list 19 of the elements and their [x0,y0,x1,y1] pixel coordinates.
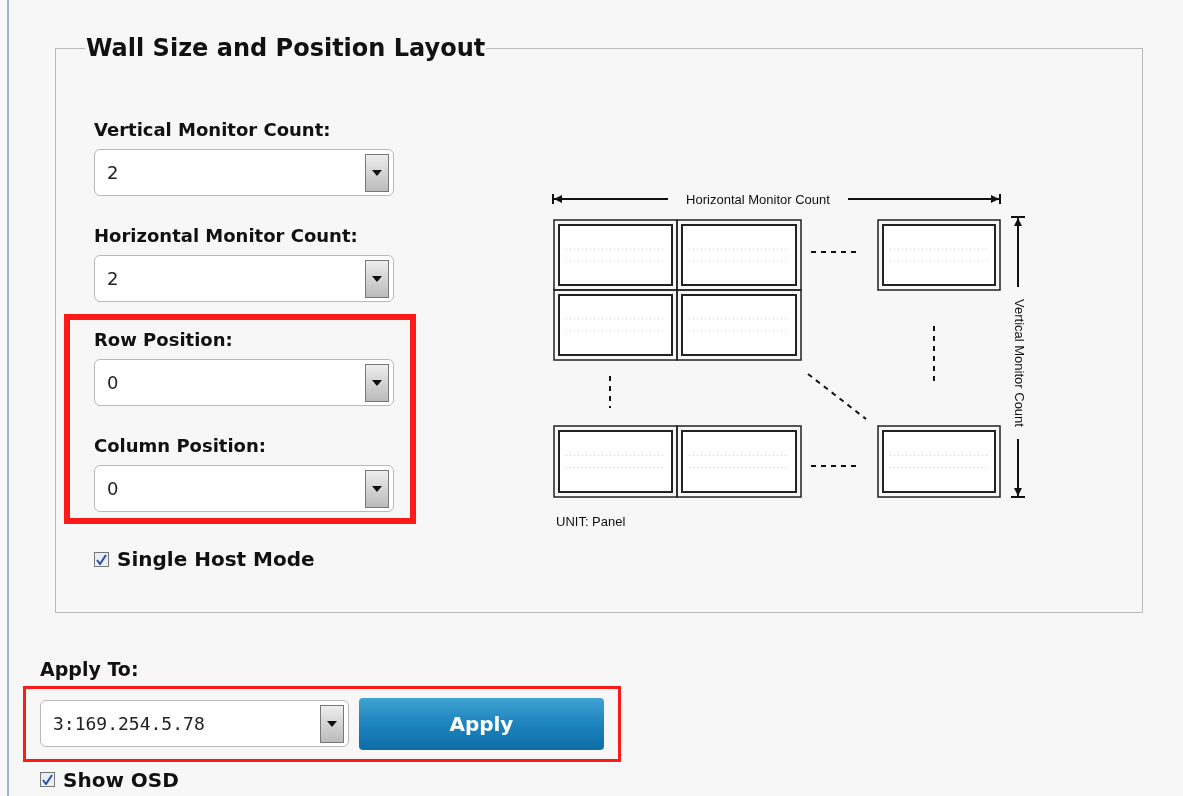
panel-title: Wall Size and Position Layout [85,33,487,64]
dropdown[interactable]: 2 [94,149,394,196]
unit-label: UNIT: Panel [556,514,626,529]
dropdown[interactable]: 2 [94,255,394,302]
diagram-label: Vertical Monitor Count [1011,299,1027,427]
field-label: Column Position: [94,434,267,458]
checkbox[interactable] [40,772,55,787]
field-label: Row Position: [94,328,234,352]
diagram-label: Horizontal Monitor Count [686,192,830,207]
checkbox[interactable] [94,551,109,567]
dropdown[interactable]: 3:169.254.5.78 [40,700,349,747]
field-label: Apply To: [40,657,140,682]
field-label: Horizontal Monitor Count: [94,224,359,248]
dropdown[interactable]: 0 [94,465,394,512]
dropdown[interactable]: 0 [94,359,394,406]
checkbox-label: Single Host Mode [117,546,315,573]
checkbox-label: Show OSD [63,766,179,794]
apply-button[interactable]: Apply [358,697,604,750]
field-label: Vertical Monitor Count: [94,118,332,142]
